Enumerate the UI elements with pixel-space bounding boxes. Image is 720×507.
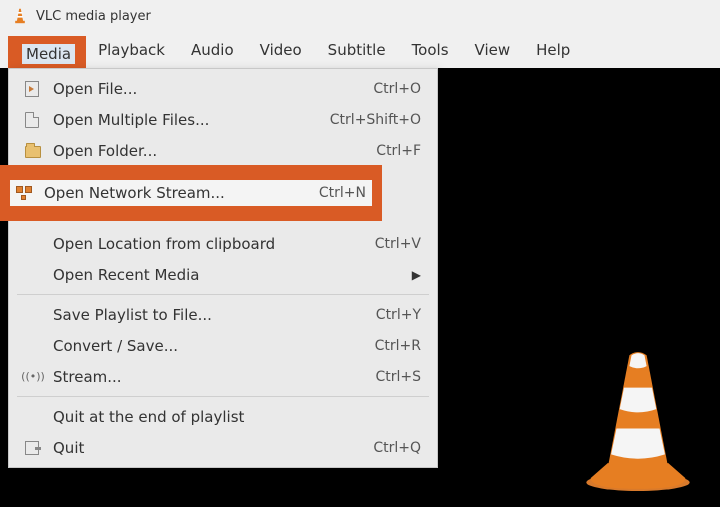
vlc-logo-cone-icon bbox=[582, 351, 694, 491]
menuitem-label: Open Multiple Files... bbox=[53, 111, 330, 129]
exit-icon bbox=[25, 441, 53, 455]
menuitem-shortcut: Ctrl+V bbox=[375, 236, 421, 252]
menuitem-stream[interactable]: ((•)) Stream... Ctrl+S bbox=[9, 361, 437, 392]
menuitem-open-folder[interactable]: Open Folder... Ctrl+F bbox=[9, 135, 437, 166]
menu-media-highlighted[interactable]: Media bbox=[22, 44, 75, 64]
menuitem-label: Open Network Stream... bbox=[44, 184, 319, 202]
titlebar: VLC media player bbox=[0, 0, 720, 32]
menu-audio[interactable]: Audio bbox=[178, 33, 247, 67]
menuitem-shortcut: Ctrl+O bbox=[373, 81, 421, 97]
menuitem-label: Save Playlist to File... bbox=[53, 306, 376, 324]
window-title: VLC media player bbox=[36, 9, 151, 24]
menuitem-label: Stream... bbox=[53, 368, 375, 386]
menuitem-label: Quit at the end of playlist bbox=[53, 408, 421, 426]
network-icon bbox=[16, 186, 44, 200]
media-dropdown-menu: Open File... Ctrl+O Open Multiple Files.… bbox=[8, 68, 438, 468]
file-icon bbox=[25, 112, 53, 128]
menuitem-open-recent[interactable]: Open Recent Media ▶ bbox=[9, 259, 437, 290]
menubar: Media Playback Audio Video Subtitle Tool… bbox=[0, 32, 720, 68]
menuitem-shortcut: Ctrl+F bbox=[376, 143, 421, 159]
menuitem-save-playlist[interactable]: Save Playlist to File... Ctrl+Y bbox=[9, 299, 437, 330]
menuitem-shortcut: Ctrl+N bbox=[319, 185, 366, 201]
menu-video[interactable]: Video bbox=[247, 33, 315, 67]
menuitem-convert[interactable]: Convert / Save... Ctrl+R bbox=[9, 330, 437, 361]
menu-playback[interactable]: Playback bbox=[85, 33, 178, 67]
menuitem-quit-end[interactable]: Quit at the end of playlist bbox=[9, 401, 437, 432]
file-play-icon bbox=[25, 81, 53, 97]
vlc-cone-icon bbox=[12, 8, 28, 24]
menuitem-open-network-stream[interactable]: Open Network Stream... Ctrl+N bbox=[10, 180, 372, 206]
menuitem-label: Open Recent Media bbox=[53, 266, 412, 284]
menuitem-shortcut: Ctrl+R bbox=[375, 338, 421, 354]
menuitem-label: Quit bbox=[53, 439, 373, 457]
menu-separator bbox=[17, 396, 429, 397]
broadcast-icon: ((•)) bbox=[25, 370, 53, 384]
folder-icon bbox=[25, 145, 53, 157]
menuitem-quit[interactable]: Quit Ctrl+Q bbox=[9, 432, 437, 463]
menuitem-open-file[interactable]: Open File... Ctrl+O bbox=[9, 73, 437, 104]
menu-separator bbox=[17, 294, 429, 295]
menuitem-open-multiple[interactable]: Open Multiple Files... Ctrl+Shift+O bbox=[9, 104, 437, 135]
menu-view[interactable]: View bbox=[462, 33, 524, 67]
menu-tools[interactable]: Tools bbox=[399, 33, 462, 67]
menuitem-open-clipboard[interactable]: Open Location from clipboard Ctrl+V bbox=[9, 228, 437, 259]
menuitem-label: Open File... bbox=[53, 80, 373, 98]
chevron-right-icon: ▶ bbox=[412, 268, 421, 282]
menuitem-shortcut: Ctrl+S bbox=[375, 369, 421, 385]
menuitem-shortcut: Ctrl+Shift+O bbox=[330, 112, 421, 128]
menuitem-label: Open Folder... bbox=[53, 142, 376, 160]
menuitem-label: Open Location from clipboard bbox=[53, 235, 375, 253]
menuitem-shortcut: Ctrl+Q bbox=[373, 440, 421, 456]
menuitem-label: Convert / Save... bbox=[53, 337, 375, 355]
menuitem-shortcut: Ctrl+Y bbox=[376, 307, 421, 323]
menu-help[interactable]: Help bbox=[523, 33, 583, 67]
menu-subtitle[interactable]: Subtitle bbox=[315, 33, 399, 67]
